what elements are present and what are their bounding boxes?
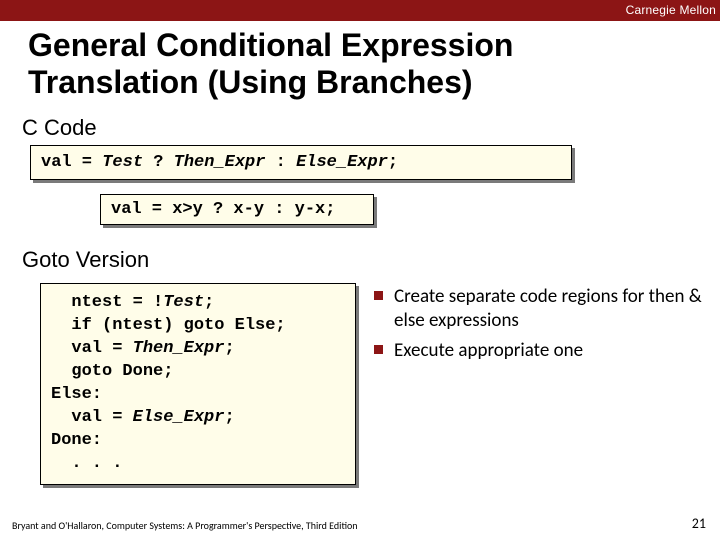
code-line: if (ntest) goto Else; [51, 316, 286, 335]
code-line: Else: [51, 385, 102, 404]
title-line1: General Conditional Expression [28, 27, 513, 63]
code-seg-then: Then_Expr [133, 339, 225, 358]
code-line: val = [51, 408, 133, 427]
code-line: ; [224, 408, 234, 427]
section-c-code: C Code [22, 115, 720, 141]
bullet-item: Execute appropriate one [374, 339, 704, 363]
code-box-example: val = x>y ? x-y : y-x; [100, 194, 374, 225]
top-bar: Carnegie Mellon [0, 0, 720, 21]
code-seg: : [265, 153, 296, 172]
code-line: ; [224, 339, 234, 358]
page-number: 21 [692, 515, 706, 532]
code-seg-test: Test [163, 293, 204, 312]
code-box-goto: ntest = !Test; if (ntest) goto Else; val… [40, 283, 356, 485]
slide-title: General Conditional Expression Translati… [28, 27, 720, 101]
title-line2: Translation (Using Branches) [28, 64, 473, 100]
institution-label: Carnegie Mellon [626, 0, 716, 21]
code-line: . . . [51, 454, 122, 473]
code-seg: ? [143, 153, 174, 172]
section-goto-version: Goto Version [22, 247, 720, 273]
code-seg: ; [388, 153, 398, 172]
code-line: ; [204, 293, 214, 312]
code-seg-test: Test [102, 153, 143, 172]
code-line: Done: [51, 431, 102, 450]
code-line: ntest = ! [51, 293, 163, 312]
code-line: val = [51, 339, 133, 358]
code-box-general-form: val = Test ? Then_Expr : Else_Expr; [30, 145, 572, 180]
goto-row: ntest = !Test; if (ntest) goto Else; val… [0, 277, 720, 485]
code-seg: val = [41, 153, 102, 172]
footer-citation: Bryant and O'Hallaron, Computer Systems:… [12, 519, 358, 532]
bullet-list: Create separate code regions for then & … [374, 285, 704, 368]
code-seg-then: Then_Expr [174, 153, 266, 172]
code-seg-else: Else_Expr [296, 153, 388, 172]
code-seg-else: Else_Expr [133, 408, 225, 427]
code-line: goto Done; [51, 362, 173, 381]
bullet-item: Create separate code regions for then & … [374, 285, 704, 333]
